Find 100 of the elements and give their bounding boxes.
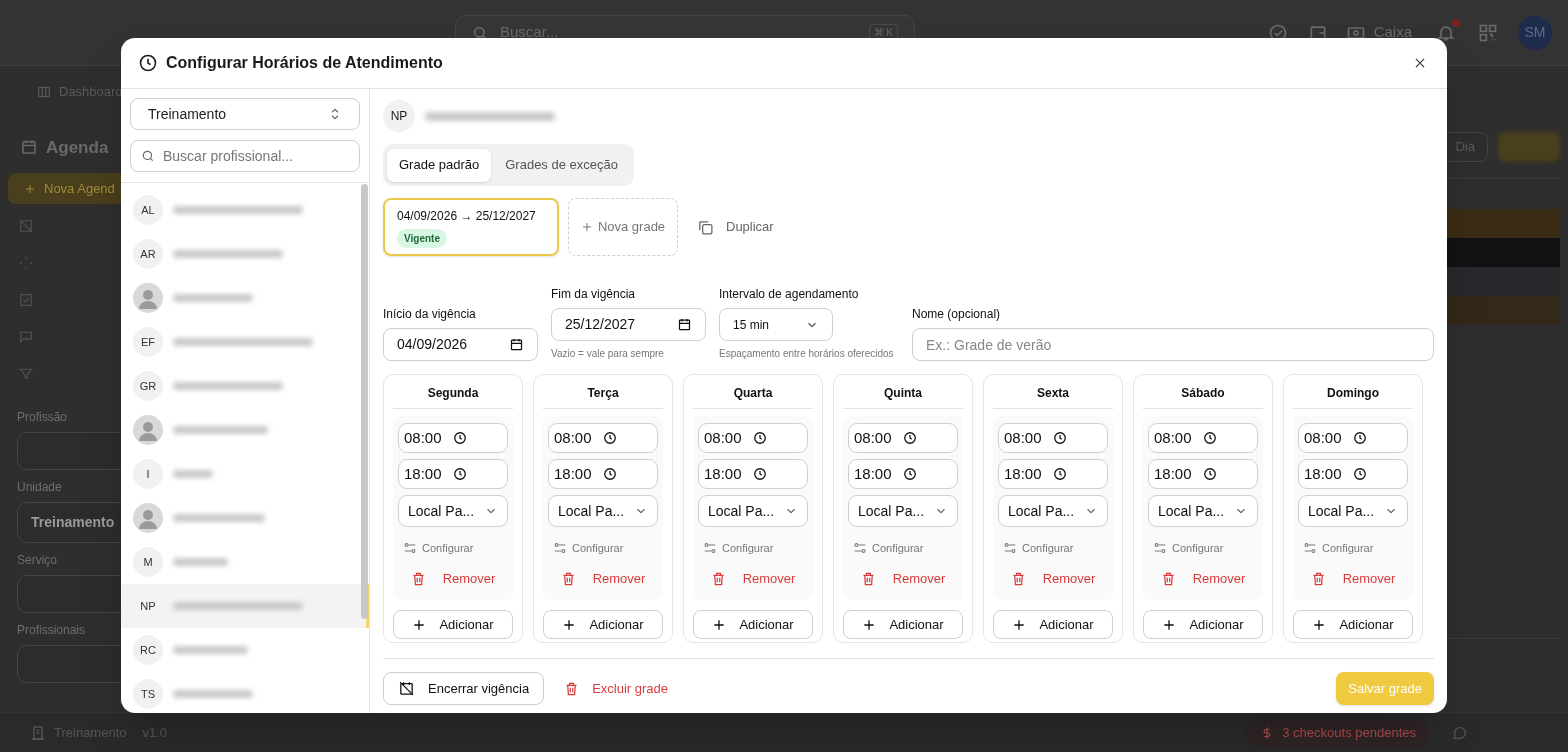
clock-icon (1052, 431, 1067, 445)
end-time-field[interactable]: 18:00 (848, 459, 958, 489)
start-time-field[interactable]: 08:00 (698, 423, 808, 453)
unit-select[interactable]: Treinamento (130, 98, 360, 130)
remove-button[interactable]: Remover (848, 566, 958, 592)
end-validity-button[interactable]: Encerrar vigência (383, 672, 545, 705)
menu-icon[interactable] (18, 218, 34, 234)
blurred-button[interactable] (1498, 132, 1560, 162)
initials-avatar: NP (383, 100, 415, 132)
clock-icon (602, 431, 617, 445)
start-time-field[interactable]: 08:00 (848, 423, 958, 453)
event-block[interactable] (1447, 296, 1560, 325)
scrollbar-thumb[interactable] (361, 184, 368, 619)
sliders-icon (1153, 541, 1167, 555)
start-time-field[interactable]: 08:00 (1148, 423, 1258, 453)
professional-item[interactable]: RC (121, 628, 369, 672)
configure-button[interactable]: Configurar (848, 536, 958, 560)
location-select[interactable]: Local Pa... (698, 495, 808, 527)
end-time-field[interactable]: 18:00 (548, 459, 658, 489)
professional-item[interactable]: M (121, 540, 369, 584)
end-date-field[interactable]: 25/12/2027 (551, 308, 706, 341)
plus-icon (862, 617, 877, 632)
professional-item[interactable]: GR (121, 364, 369, 408)
add-button[interactable]: Adicionar (993, 610, 1113, 639)
clock-icon (1202, 467, 1217, 481)
professional-item[interactable]: AR (121, 232, 369, 276)
clock-icon (902, 431, 917, 445)
event-block[interactable] (1447, 209, 1560, 238)
day-name: Domingo (1293, 384, 1413, 409)
clock-icon (452, 431, 467, 445)
location-select[interactable]: Local Pa... (398, 495, 508, 527)
menu-icon[interactable] (18, 366, 34, 382)
remove-button[interactable]: Remover (398, 566, 508, 592)
active-badge: Vigente (397, 228, 447, 248)
remove-button[interactable]: Remover (1298, 566, 1408, 592)
end-time-field[interactable]: 18:00 (998, 459, 1108, 489)
location-select[interactable]: Local Pa... (998, 495, 1108, 527)
location-select[interactable]: Local Pa... (848, 495, 958, 527)
start-time-field[interactable]: 08:00 (1298, 423, 1408, 453)
location-select[interactable]: Local Pa... (1148, 495, 1258, 527)
add-button[interactable]: Adicionar (1293, 610, 1413, 639)
location-select[interactable]: Local Pa... (1298, 495, 1408, 527)
configure-button[interactable]: Configurar (548, 536, 658, 560)
qr-code-icon[interactable] (1478, 22, 1498, 43)
end-time-field[interactable]: 18:00 (1298, 459, 1408, 489)
initials-avatar: AR (133, 239, 163, 269)
tab[interactable]: Grade padrão (387, 148, 492, 182)
start-time-field[interactable]: 08:00 (998, 423, 1108, 453)
name-input[interactable]: Ex.: Grade de verão (912, 328, 1434, 361)
location-select[interactable]: Local Pa... (548, 495, 658, 527)
start-time-field[interactable]: 08:00 (398, 423, 508, 453)
remove-button[interactable]: Remover (998, 566, 1108, 592)
professional-item[interactable]: NP (121, 584, 369, 628)
field-label: Intervalo de agendamento (719, 286, 860, 303)
chat-icon[interactable] (1452, 724, 1468, 741)
add-button[interactable]: Adicionar (393, 610, 513, 639)
plus-icon (712, 617, 727, 632)
filter-label: Serviço (17, 552, 57, 569)
remove-button[interactable]: Remover (1148, 566, 1258, 592)
avatar-silhouette (133, 415, 163, 445)
field-label: Nome (opcional) (912, 306, 1002, 323)
delete-schedule-button[interactable]: Excluir grade (564, 672, 669, 705)
new-schedule-button[interactable]: Nova grade (568, 198, 678, 256)
add-button[interactable]: Adicionar (543, 610, 663, 639)
configure-button[interactable]: Configurar (1298, 536, 1408, 560)
start-date-field[interactable]: 04/09/2026 (383, 328, 538, 361)
event-block[interactable] (1447, 238, 1560, 267)
interval-select[interactable]: 15 min (719, 308, 833, 341)
initials-avatar: EF (133, 327, 163, 357)
duplicate-button[interactable]: Duplicar (697, 212, 774, 242)
end-time-field[interactable]: 18:00 (698, 459, 808, 489)
menu-icon[interactable] (18, 292, 34, 308)
add-button[interactable]: Adicionar (843, 610, 963, 639)
end-time-field[interactable]: 18:00 (398, 459, 508, 489)
professional-item[interactable]: EF (121, 320, 369, 364)
professional-item[interactable]: TS (121, 672, 369, 713)
initials-avatar: M (133, 547, 163, 577)
menu-icon[interactable] (18, 329, 34, 345)
plus-icon (562, 617, 577, 632)
professional-search-field[interactable]: Buscar profissional... (130, 140, 360, 172)
configure-button[interactable]: Configurar (698, 536, 808, 560)
end-time-field[interactable]: 18:00 (1148, 459, 1258, 489)
configure-button[interactable]: Configurar (398, 536, 508, 560)
day-name: Segunda (393, 384, 513, 409)
remove-button[interactable]: Remover (548, 566, 658, 592)
columns-icon (37, 84, 51, 99)
field-hint: Espaçamento entre horários oferecidos (719, 347, 895, 361)
schedule-card[interactable]: 04/09/2026 → 25/12/2027 Vigente (383, 198, 559, 256)
remove-button[interactable]: Remover (698, 566, 808, 592)
start-time-field[interactable]: 08:00 (548, 423, 658, 453)
configure-button[interactable]: Configurar (1148, 536, 1258, 560)
add-button[interactable]: Adicionar (693, 610, 813, 639)
configure-button[interactable]: Configurar (998, 536, 1108, 560)
event-block[interactable] (1447, 267, 1560, 296)
copy-icon (697, 218, 714, 236)
calendar-off-icon (398, 680, 415, 697)
tab[interactable]: Grades de exceção (493, 148, 630, 182)
add-button[interactable]: Adicionar (1143, 610, 1263, 639)
professional-item[interactable]: I (121, 452, 369, 496)
avatar-silhouette (133, 503, 163, 533)
